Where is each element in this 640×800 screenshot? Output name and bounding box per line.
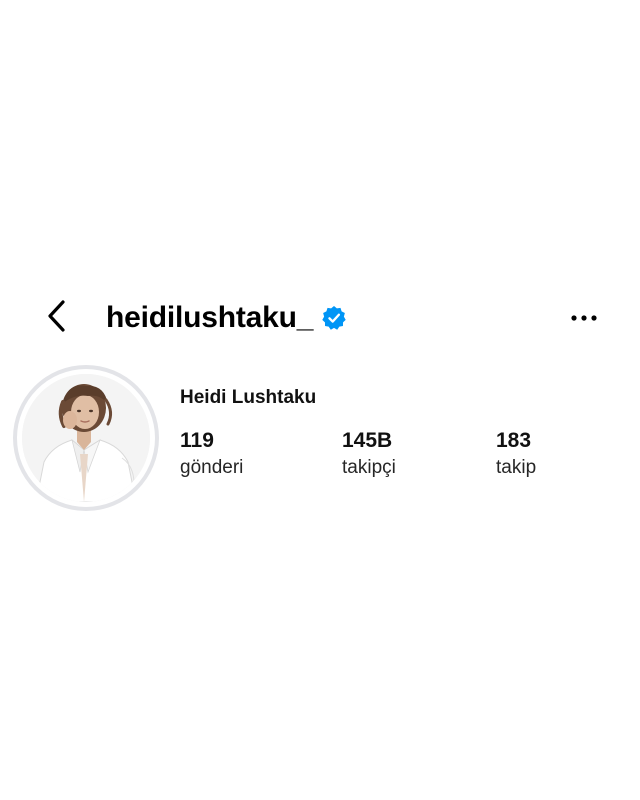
username-title: heidilushtaku_	[106, 300, 347, 336]
following-count: 183	[496, 429, 532, 452]
more-horizontal-icon	[570, 309, 598, 327]
chevron-left-icon	[46, 299, 66, 338]
display-name: Heidi Lushtaku	[180, 387, 317, 408]
username: heidilushtaku_	[106, 301, 314, 334]
following-label: takip	[496, 457, 537, 478]
more-options-button[interactable]	[566, 300, 602, 336]
profile-header: heidilushtaku_	[0, 290, 640, 346]
following-stat[interactable]: 183 takip	[496, 428, 536, 480]
avatar	[22, 374, 150, 502]
verified-badge-icon	[321, 305, 347, 331]
posts-stat[interactable]: 119 gönderi	[180, 428, 243, 480]
avatar-frame	[17, 369, 155, 507]
posts-label: gönderi	[180, 457, 244, 478]
followers-label: takipçi	[342, 457, 396, 478]
profile-photo	[22, 374, 150, 502]
avatar-story-ring[interactable]	[13, 365, 159, 511]
followers-count: 145B	[342, 429, 393, 452]
back-button[interactable]	[38, 299, 74, 338]
posts-count: 119	[180, 429, 214, 452]
followers-stat[interactable]: 145B takipçi	[342, 428, 396, 480]
